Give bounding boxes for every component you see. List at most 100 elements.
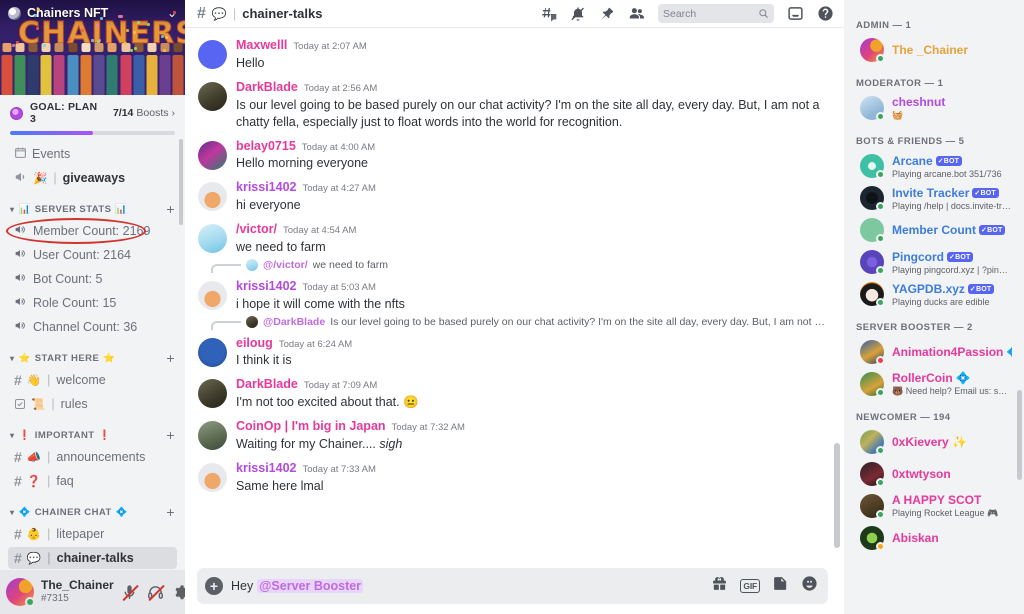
channel-faq[interactable]: # ❓ | faq [8, 470, 177, 492]
server-header[interactable]: Chainers NFT ⌄ [0, 0, 185, 26]
avatar[interactable] [860, 96, 884, 120]
avatar[interactable] [198, 463, 227, 492]
reply-context[interactable]: @DarkBlade Is our level going to be based… [193, 315, 828, 330]
member-row[interactable]: The _Chainer [848, 34, 1020, 66]
message[interactable]: DarkBlade Today at 2:56 AM Is our level go… [193, 74, 828, 133]
category-header-start-here[interactable]: ▾ ⭐ START HERE ⭐ + [8, 349, 177, 367]
channel-chainer-talks[interactable]: # 💬 | chainer-talks [8, 547, 177, 569]
avatar[interactable] [860, 526, 884, 550]
member-row[interactable]: cheshnut 🧺 [848, 92, 1020, 124]
member-list-scrollbar[interactable] [1017, 390, 1022, 480]
chan-user-count-2164[interactable]: User Count: 2164 [8, 244, 177, 266]
chan-member-count-2169[interactable]: Member Count: 2169 [8, 220, 177, 242]
help-icon[interactable] [817, 5, 834, 22]
message[interactable]: DarkBlade Today at 7:09 AM I'm not too exc… [193, 371, 828, 413]
category-header-important[interactable]: ▾ ❗ IMPORTANT ❗ + [8, 426, 177, 444]
message-author[interactable]: belay0715 [236, 140, 296, 154]
search-input[interactable]: Search [658, 4, 774, 23]
chevron-right-icon[interactable]: › [172, 107, 176, 119]
member-row[interactable]: Pingcord ✓BOT Playing pingcord.xyz | ?ping… [848, 246, 1020, 278]
avatar[interactable] [860, 154, 884, 178]
avatar[interactable] [860, 250, 884, 274]
member-row[interactable]: Animation4Passion💠 [848, 336, 1020, 368]
plus-icon[interactable]: + [166, 505, 175, 519]
message[interactable]: CoinOp | I'm big in Japan Today at 7:32 A… [193, 413, 828, 455]
member-row[interactable]: Abiskan [848, 522, 1020, 554]
avatar[interactable] [198, 338, 227, 367]
chan-role-count-15[interactable]: Role Count: 15 [8, 292, 177, 314]
notification-off-icon[interactable] [570, 6, 586, 22]
mic-muted-icon[interactable] [121, 584, 138, 601]
message[interactable]: Maxwelll Today at 2:07 AM Hello [193, 32, 828, 74]
member-row[interactable]: A HAPPY SCOT Playing Rocket League 🎮 [848, 490, 1020, 522]
member-row[interactable]: 0xtwtyson [848, 458, 1020, 490]
emoji-icon[interactable] [801, 575, 818, 597]
message-author[interactable]: krissi1402 [236, 462, 296, 476]
message-author[interactable]: DarkBlade [236, 81, 298, 95]
avatar[interactable] [860, 494, 884, 518]
gift-icon[interactable] [711, 575, 728, 597]
avatar[interactable] [6, 578, 34, 606]
pin-icon[interactable] [599, 6, 615, 22]
message[interactable]: eiloug Today at 6:24 AM I think it is [193, 330, 828, 372]
avatar[interactable] [860, 186, 884, 210]
member-list[interactable]: ADMIN — 1 The _Chainer MODERATOR — 1 cheshn… [844, 0, 1024, 614]
channel-rules[interactable]: 📜 | rules [8, 393, 177, 415]
message-author[interactable]: DarkBlade [236, 378, 298, 392]
avatar[interactable] [198, 40, 227, 69]
avatar[interactable] [860, 462, 884, 486]
avatar[interactable] [860, 372, 884, 396]
member-row[interactable]: Arcane ✓BOT Playing arcane.bot 351/736 [848, 150, 1020, 182]
message-author[interactable]: eiloug [236, 337, 273, 351]
message[interactable]: belay0715 Today at 4:00 AM Hello morning e… [193, 133, 828, 175]
avatar[interactable] [860, 38, 884, 62]
sidebar-item-giveaways[interactable]: 🎉 | giveaways [8, 167, 177, 189]
plus-circle-icon[interactable]: + [205, 577, 223, 595]
plus-icon[interactable]: + [166, 351, 175, 365]
messages-scrollbar[interactable] [834, 443, 840, 548]
reply-author[interactable]: @DarkBlade [263, 316, 325, 328]
message[interactable]: krissi1402 Today at 7:33 AM Same here lmal [193, 455, 828, 497]
chan-bot-count-5[interactable]: Bot Count: 5 [8, 268, 177, 290]
avatar[interactable] [198, 281, 227, 310]
chan-channel-count-36[interactable]: Channel Count: 36 [8, 316, 177, 338]
avatar[interactable] [198, 141, 227, 170]
category-header-server-stats[interactable]: ▾ 📊 SERVER STATS 📊 + [8, 200, 177, 218]
server-banner[interactable]: CHAINERS Chainers NFT ⌄ [0, 0, 185, 95]
avatar[interactable] [860, 430, 884, 454]
member-row[interactable]: YAGPDB.xyz ✓BOT Playing ducks are edible [848, 278, 1020, 310]
message-author[interactable]: krissi1402 [236, 181, 296, 195]
sticker-icon[interactable] [772, 575, 789, 597]
avatar[interactable] [198, 182, 227, 211]
message[interactable]: krissi1402 Today at 4:27 AM hi everyone [193, 174, 828, 216]
message-author[interactable]: CoinOp | I'm big in Japan [236, 420, 386, 434]
member-row[interactable]: Invite Tracker ✓BOT Playing /help | docs.i… [848, 182, 1020, 214]
message-author[interactable]: krissi1402 [236, 280, 296, 294]
avatar[interactable] [198, 224, 227, 253]
message[interactable]: /victor/Today at 4:54 AM we need to farm [193, 216, 828, 258]
messages-scroll-container[interactable]: Maxwelll Today at 2:07 AM Hello DarkBlade To… [185, 28, 844, 564]
message-input[interactable]: + Hey @Server Booster GIF [197, 568, 828, 604]
sidebar-item-events[interactable]: Events [8, 143, 177, 165]
plus-icon[interactable]: + [166, 428, 175, 442]
message-author[interactable]: Maxwelll [236, 39, 287, 53]
reply-author[interactable]: @/victor/ [263, 259, 308, 271]
member-row[interactable]: RollerCoin 💠 🐻 Need help? Email us: supp..… [848, 368, 1020, 400]
members-icon[interactable] [628, 5, 645, 22]
headphones-deafened-icon[interactable] [147, 584, 164, 601]
inbox-icon[interactable] [787, 5, 804, 22]
boost-progress-bar[interactable]: GOAL: PLAN 3 7/14 Boosts › [0, 95, 185, 135]
avatar[interactable] [860, 282, 884, 306]
message-author[interactable]: /victor/ [236, 223, 277, 237]
member-row[interactable]: 0xKievery ✨ [848, 426, 1020, 458]
avatar[interactable] [198, 421, 227, 450]
gif-icon[interactable]: GIF [740, 579, 760, 593]
reply-context[interactable]: @/victor/we need to farm [193, 258, 828, 273]
channel-list-scrollbar[interactable] [179, 139, 183, 225]
channel-list[interactable]: Events 🎉 | giveaways ▾ 📊 SERVER STATS 📊 + Member … [0, 135, 185, 570]
category-header-chainer-chat[interactable]: ▾ 💠 CHAINER CHAT 💠 + [8, 503, 177, 521]
avatar[interactable] [198, 379, 227, 408]
avatar[interactable] [860, 340, 884, 364]
gear-icon[interactable] [173, 584, 185, 601]
avatar[interactable] [860, 218, 884, 242]
